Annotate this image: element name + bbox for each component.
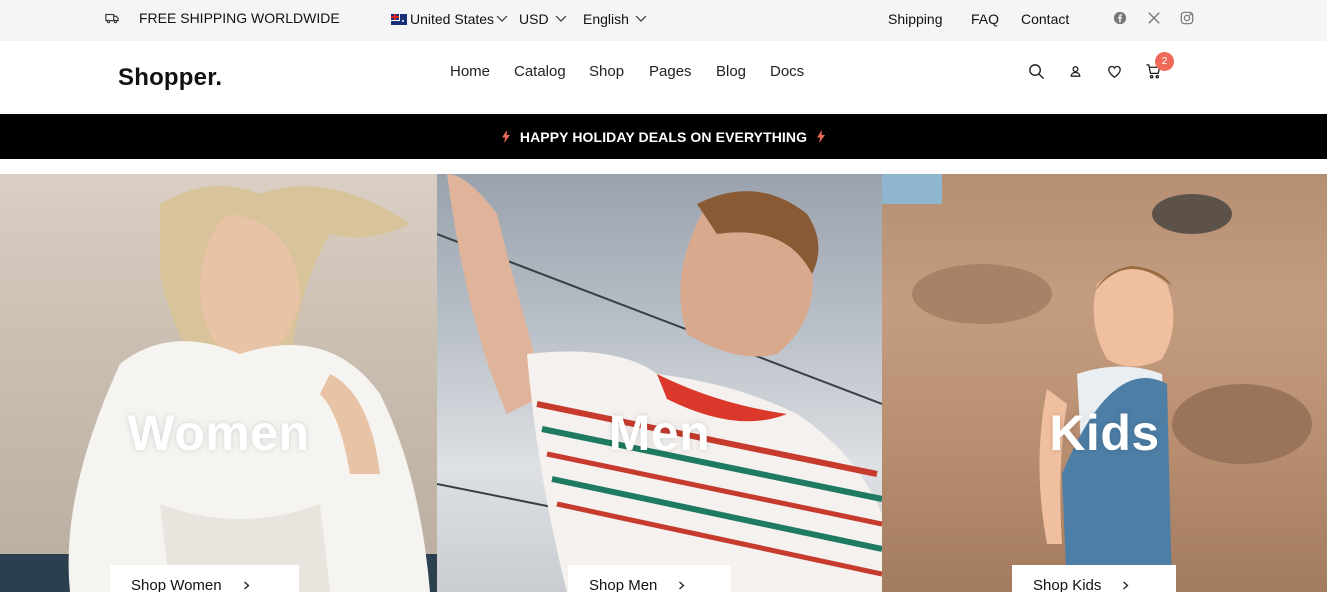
chevron-down-icon	[635, 15, 647, 22]
country-label: United States	[410, 11, 495, 27]
user-icon[interactable]	[1067, 63, 1084, 80]
promo-strip: HAPPY HOLIDAY DEALS ON EVERYTHING	[0, 114, 1327, 159]
main-header: Shopper. Home Catalog Shop Pages Blog Do…	[0, 41, 1327, 114]
chevron-down-icon	[496, 15, 508, 22]
cart-count-badge: 2	[1155, 52, 1174, 71]
promo-text: HAPPY HOLIDAY DEALS ON EVERYTHING	[519, 128, 808, 145]
search-icon[interactable]	[1028, 63, 1045, 80]
shipping-text: FREE SHIPPING WORLDWIDE	[139, 10, 340, 26]
men-photo	[437, 174, 882, 592]
australia-flag-icon	[391, 13, 407, 25]
category-title-women: Women	[127, 405, 310, 461]
women-photo	[0, 186, 437, 592]
nav-blog[interactable]: Blog	[716, 63, 746, 80]
shop-men-label: Shop Men	[589, 576, 658, 592]
nav-shop[interactable]: Shop	[589, 63, 624, 80]
chevron-right-icon	[1123, 581, 1129, 589]
category-card-kids[interactable]: Kids Shop Kids	[882, 174, 1327, 592]
facebook-icon[interactable]	[1113, 11, 1127, 25]
lightning-icon	[817, 130, 826, 143]
shop-kids-button[interactable]: Shop Kids	[1012, 565, 1176, 592]
language-label: English	[583, 11, 629, 27]
nav-pages[interactable]: Pages	[649, 63, 692, 80]
shipping-notice: FREE SHIPPING WORLDWIDE	[105, 10, 340, 26]
currency-label: USD	[519, 11, 549, 27]
site-logo[interactable]: Shopper.	[118, 64, 222, 92]
lightning-icon	[501, 130, 510, 143]
category-card-men[interactable]: Men Shop Men	[437, 174, 882, 592]
instagram-icon[interactable]	[1180, 11, 1194, 25]
chevron-right-icon	[243, 581, 250, 589]
category-title-kids: Kids	[1049, 405, 1160, 461]
chevron-down-icon	[555, 15, 566, 22]
faq-link[interactable]: FAQ	[971, 11, 999, 27]
currency-selector[interactable]: USD	[519, 11, 567, 27]
nav-docs[interactable]: Docs	[770, 63, 804, 80]
language-selector[interactable]: English	[583, 11, 647, 27]
shop-women-button[interactable]: Shop Women	[110, 565, 299, 592]
x-twitter-icon[interactable]	[1147, 11, 1161, 25]
contact-link[interactable]: Contact	[1021, 11, 1069, 27]
shop-women-label: Shop Women	[131, 576, 222, 592]
shop-men-button[interactable]: Shop Men	[568, 565, 731, 592]
kids-photo	[882, 174, 1312, 592]
truck-icon	[105, 13, 119, 24]
shop-kids-label: Shop Kids	[1033, 576, 1102, 592]
nav-catalog[interactable]: Catalog	[514, 63, 566, 80]
heart-icon[interactable]	[1106, 63, 1123, 80]
category-title-men: Men	[608, 405, 711, 461]
top-bar: FREE SHIPPING WORLDWIDE United States US…	[0, 0, 1327, 41]
shipping-link[interactable]: Shipping	[888, 11, 943, 27]
country-selector[interactable]: United States	[391, 11, 508, 27]
nav-home[interactable]: Home	[450, 63, 490, 80]
chevron-right-icon	[679, 581, 685, 589]
category-card-women[interactable]: Women Shop Women	[0, 174, 437, 592]
